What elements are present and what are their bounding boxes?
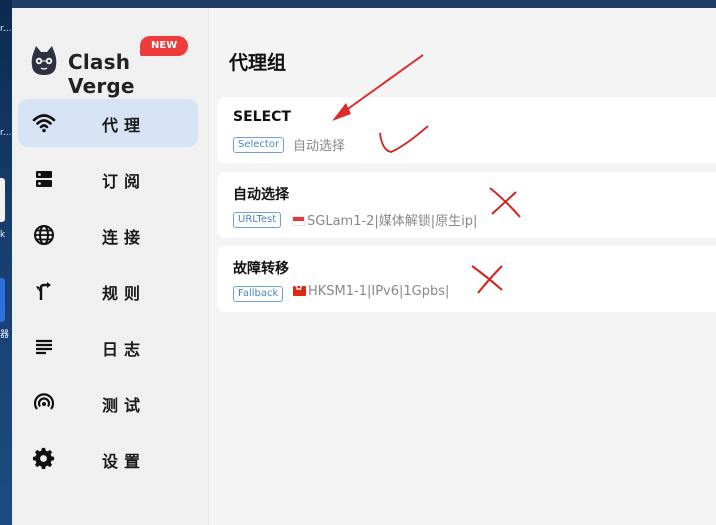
nav-label: 订阅 — [102, 172, 147, 191]
radar-icon — [33, 393, 55, 410]
proxy-group-card[interactable]: SELECT Selector 自动选择 — [217, 97, 716, 163]
cat-logo-icon — [31, 46, 57, 75]
nav-item-subscription[interactable]: 订阅 — [18, 155, 198, 203]
desktop-shortcut[interactable] — [0, 278, 5, 322]
group-name: 故障转移 — [233, 261, 289, 277]
globe-icon — [34, 225, 54, 245]
app-name: Clash Verge — [68, 50, 135, 98]
current-node-text: SGLam1-2|媒体解锁|原生ip| — [307, 214, 478, 229]
nav-label: 规则 — [102, 284, 147, 303]
group-current-node: 自动选择 — [293, 139, 346, 154]
nav-item-settings[interactable]: 设置 — [18, 435, 198, 483]
proxy-group-card[interactable]: 故障转移 Fallback HKSM1-1|IPv6|1Gpbs| — [217, 246, 716, 312]
nav-label: 代理 — [102, 116, 147, 135]
wifi-icon — [32, 114, 56, 133]
group-name: SELECT — [233, 109, 291, 125]
gear-icon — [32, 447, 55, 470]
nav-item-connections[interactable]: 连接 — [18, 211, 198, 259]
nav-label: 连接 — [102, 228, 147, 247]
group-current-node: HKSM1-1|IPv6|1Gpbs| — [293, 283, 450, 299]
nav-item-proxy[interactable]: 代理 — [18, 99, 198, 147]
desktop-label: r... — [0, 24, 12, 34]
sidebar-nav: 代理 订阅 连接 规则 日志 测试 设置 — [18, 99, 198, 491]
subscription-icon — [36, 171, 52, 187]
main-content: 代理组 SELECT Selector 自动选择 自动选择 URLTest SG… — [208, 8, 716, 525]
desktop-label: k — [0, 230, 6, 240]
route-icon — [36, 282, 51, 300]
group-current-node: SGLam1-2|媒体解锁|原生ip| — [292, 210, 477, 229]
proxy-group-card[interactable]: 自动选择 URLTest SGLam1-2|媒体解锁|原生ip| — [217, 172, 716, 238]
desktop-label: r... — [0, 128, 12, 138]
nav-label: 设置 — [102, 452, 147, 471]
app-logo: Clash Verge NEW — [30, 36, 200, 98]
group-type-tag: URLTest — [233, 212, 282, 228]
nav-item-test[interactable]: 测试 — [18, 379, 198, 427]
new-badge: NEW — [140, 36, 189, 56]
group-type-tag: Fallback — [233, 286, 284, 302]
page-title: 代理组 — [229, 52, 287, 74]
nav-label: 测试 — [102, 396, 147, 415]
log-icon — [36, 339, 52, 355]
group-type-tag: Selector — [233, 137, 285, 153]
nav-item-rules[interactable]: 规则 — [18, 267, 198, 315]
nav-label: 日志 — [102, 340, 147, 359]
group-name: 自动选择 — [233, 187, 289, 203]
desktop-shortcut[interactable] — [0, 178, 5, 222]
sg-flag-icon — [292, 216, 305, 226]
app-window: Clash Verge NEW 代理 订阅 连接 规则 日志 测试 设置 代理组… — [12, 8, 716, 525]
current-node-text: HKSM1-1|IPv6|1Gpbs| — [308, 284, 450, 299]
nav-item-logs[interactable]: 日志 — [18, 323, 198, 371]
sidebar: Clash Verge NEW 代理 订阅 连接 规则 日志 测试 设置 — [12, 8, 208, 525]
desktop-background: r... r... k 器 — [0, 0, 12, 525]
hk-flag-icon — [293, 283, 306, 296]
desktop-label: 器 — [0, 330, 10, 340]
